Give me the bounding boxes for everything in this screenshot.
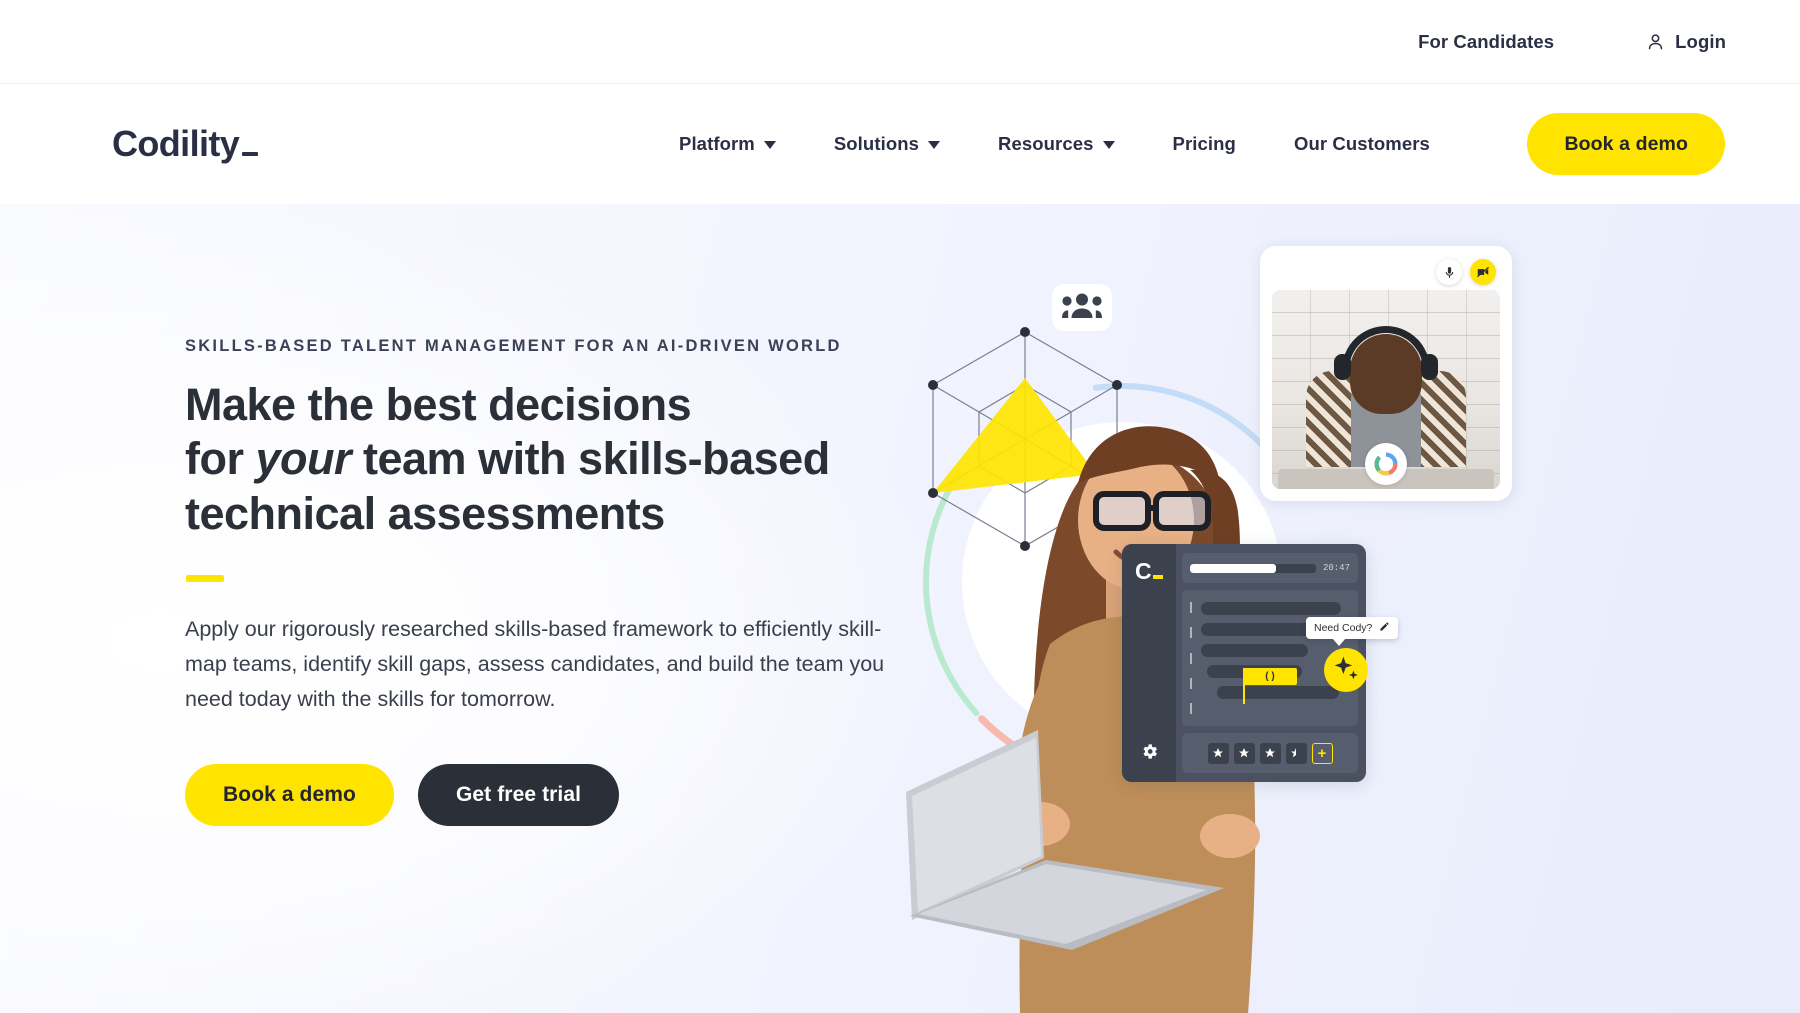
nav-items: Platform Solutions Resources Pricing Our… [650,133,1459,155]
chevron-down-icon [928,141,941,149]
progress-track [1190,563,1316,573]
hero-copy: SKILLS-BASED TALENT MANAGEMENT FOR AN AI… [185,337,905,826]
user-icon [1646,32,1665,51]
logo-underscore [242,152,259,156]
cody-assistant-button[interactable] [1324,648,1368,692]
video-call-card [1260,246,1512,501]
nav-item-pricing[interactable]: Pricing [1144,133,1265,155]
code-assessment-panel: C 20:47 () + Need Cody? [1122,544,1399,782]
assessment-timer: 20:47 [1322,563,1350,573]
headline-line-3: technical assessments [185,487,665,539]
sparkle-icon [1332,654,1360,687]
for-candidates-link[interactable]: For Candidates [1418,31,1554,53]
people-group-icon [1062,292,1102,323]
people-badge [1052,284,1112,331]
hero-section: SKILLS-BASED TALENT MANAGEMENT FOR AN AI… [0,204,1800,1013]
hero-book-demo-button[interactable]: Book a demo [185,763,394,826]
code-token-highlight: ( ) [1243,668,1297,685]
codility-ring-icon [1365,443,1407,485]
nav-book-demo-button[interactable]: Book a demo [1527,113,1725,175]
login-label: Login [1675,30,1726,52]
utility-bar: For Candidates Login [0,0,1800,84]
headline-line-2-pre: for [185,433,256,485]
headset-earcup-right [1421,354,1438,380]
hero-illustration: C 20:47 () + Need Cody? [900,204,1800,1013]
line-marker [1190,703,1192,714]
line-marker [1190,627,1192,639]
cody-tooltip-label: Need Cody? [1314,622,1373,634]
login-link[interactable]: Login [1646,31,1726,53]
video-call-controls [1436,259,1496,285]
nav-item-label: Our Customers [1293,133,1430,154]
codility-mark-letter: C [1134,558,1152,584]
nav-item-label: Platform [679,133,755,154]
code-line [1217,686,1340,699]
hero-accent-rule [186,575,224,583]
codility-logo[interactable]: Codility [112,123,259,165]
hero-headline: Make the best decisions for your team wi… [185,378,905,541]
headline-line-2-post: team with skills-based [351,433,830,485]
star-icon[interactable] [1259,742,1281,764]
star-icon[interactable] [1233,742,1255,764]
progress-fill [1190,563,1276,573]
assessment-progress-bar: 20:47 [1182,553,1358,583]
microphone-icon[interactable] [1436,259,1462,285]
nav-item-our-customers[interactable]: Our Customers [1265,133,1459,155]
line-marker [1190,602,1192,613]
nav-item-resources[interactable]: Resources [969,133,1144,155]
code-line [1201,644,1309,657]
star-half-icon[interactable] [1285,742,1307,764]
codility-mark: C [1134,558,1164,585]
hero-lede: Apply our rigorously researched skills-b… [185,617,885,711]
chevron-down-icon [763,141,776,149]
camera-off-icon[interactable] [1470,259,1496,285]
video-stage [1272,290,1500,489]
pencil-icon[interactable] [1379,621,1390,635]
line-number-gutter [1190,600,1192,716]
line-marker [1190,652,1192,664]
main-navbar: Codility Platform Solutions Resources Pr… [0,84,1800,204]
hero-actions: Book a demo Get free trial [185,763,905,826]
nav-item-platform[interactable]: Platform [650,133,805,155]
nav-item-label: Solutions [833,133,920,154]
hero-eyebrow: SKILLS-BASED TALENT MANAGEMENT FOR AN AI… [185,337,842,355]
hero-free-trial-button[interactable]: Get free trial [417,763,620,826]
line-marker [1190,677,1192,689]
star-icon[interactable] [1207,742,1229,764]
headline-emphasis: your [255,433,352,485]
nav-item-label: Resources [998,133,1094,154]
nav-item-label: Pricing [1172,133,1236,154]
chevron-down-icon [1102,141,1115,149]
code-line [1201,602,1342,615]
landing-page: For Candidates Login Codility Platform S… [0,0,1800,1013]
plus-icon[interactable]: + [1311,742,1333,764]
nav-item-solutions[interactable]: Solutions [805,133,969,155]
code-panel-rail: C [1122,544,1176,782]
codility-mark-underscore [1153,575,1164,579]
headset-earcup-left [1334,354,1351,380]
gear-icon[interactable] [1140,742,1159,766]
logo-text: Codility [112,123,240,164]
cody-tooltip: Need Cody? [1306,617,1399,646]
headline-line-1: Make the best decisions [185,379,692,430]
rating-bar: + [1182,733,1358,773]
